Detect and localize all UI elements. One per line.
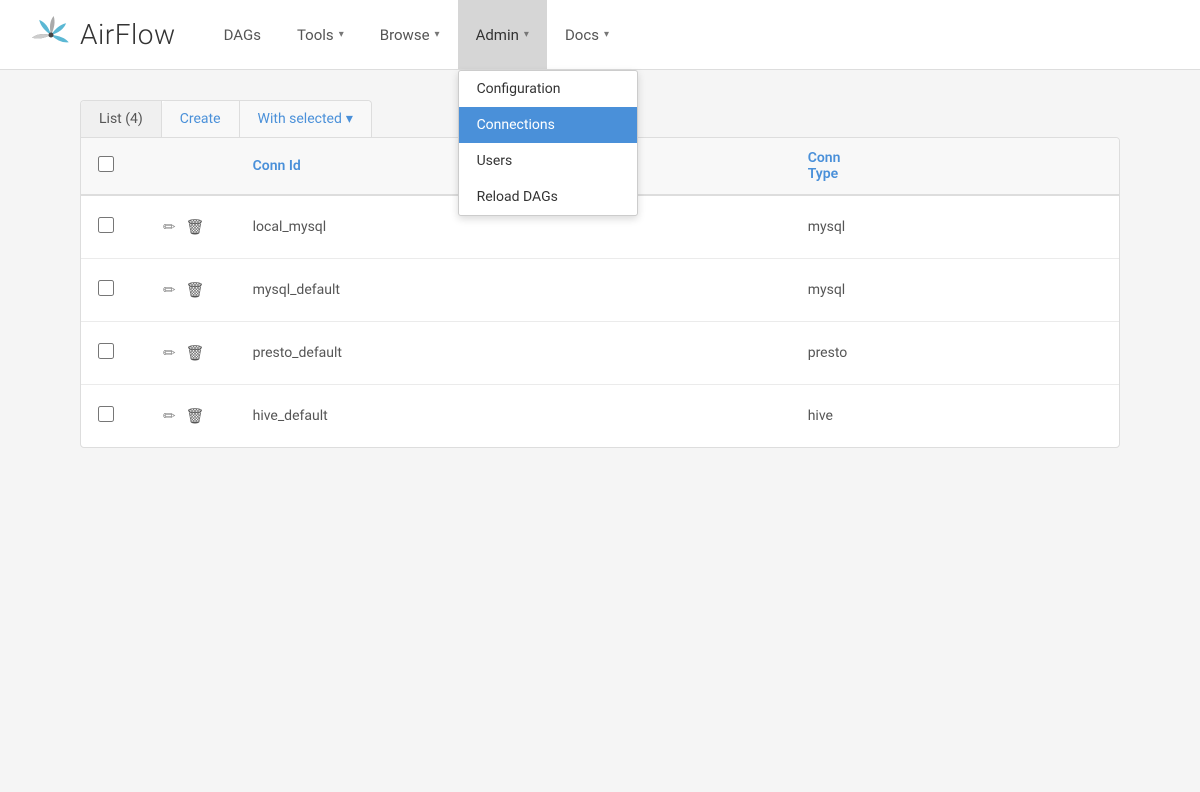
with-selected-caret-icon: ▾	[346, 111, 353, 127]
row4-checkbox[interactable]	[98, 406, 114, 422]
tab-with-selected[interactable]: With selected ▾	[240, 101, 371, 137]
row4-delete-icon[interactable]	[186, 407, 205, 425]
row4-edit-icon[interactable]	[163, 407, 176, 425]
nav-link-browse[interactable]: Browse ▾	[362, 0, 458, 69]
row4-actions-cell	[131, 385, 237, 448]
row3-conn-type: presto	[792, 322, 1119, 385]
row1-conn-type: mysql	[792, 195, 1119, 259]
row2-actions-cell	[131, 259, 237, 322]
row1-delete-icon[interactable]	[186, 218, 205, 236]
row2-conn-id: mysql_default	[237, 259, 792, 322]
row2-checkbox[interactable]	[98, 280, 114, 296]
header-checkbox-col	[81, 138, 131, 195]
row2-delete-icon[interactable]	[186, 281, 205, 299]
admin-dropdown-configuration[interactable]: Configuration	[459, 71, 637, 107]
table-row: mysql_default mysql	[81, 259, 1119, 322]
brand-logo-link[interactable]: AirFlow	[30, 14, 176, 56]
browse-caret-icon: ▾	[435, 29, 440, 40]
row1-checkbox-cell	[81, 195, 131, 259]
tab-list[interactable]: List (4)	[81, 101, 162, 137]
row1-edit-icon[interactable]	[163, 218, 176, 236]
airflow-logo-icon	[30, 14, 72, 56]
navbar: AirFlow DAGs Tools ▾ Browse ▾ Admin ▾	[0, 0, 1200, 70]
tools-caret-icon: ▾	[339, 29, 344, 40]
nav-items: DAGs Tools ▾ Browse ▾ Admin ▾ Configurat…	[206, 0, 627, 69]
table-row: hive_default hive	[81, 385, 1119, 448]
admin-dropdown: Configuration Connections Users Reload D…	[458, 70, 638, 216]
admin-caret-icon: ▾	[524, 29, 529, 40]
header-conn-type: ConnType	[792, 138, 1119, 195]
row3-conn-id: presto_default	[237, 322, 792, 385]
docs-caret-icon: ▾	[604, 29, 609, 40]
row3-edit-icon[interactable]	[163, 344, 176, 362]
row4-conn-id: hive_default	[237, 385, 792, 448]
admin-dropdown-reload-dags[interactable]: Reload DAGs	[459, 179, 637, 215]
admin-dropdown-users[interactable]: Users	[459, 143, 637, 179]
row3-actions-cell	[131, 322, 237, 385]
row3-checkbox[interactable]	[98, 343, 114, 359]
nav-item-dags: DAGs	[206, 0, 279, 69]
nav-link-admin[interactable]: Admin ▾	[458, 0, 547, 69]
row2-checkbox-cell	[81, 259, 131, 322]
nav-link-tools[interactable]: Tools ▾	[279, 0, 362, 69]
admin-dropdown-connections[interactable]: Connections	[459, 107, 637, 143]
select-all-checkbox[interactable]	[98, 156, 114, 172]
row4-conn-type: hive	[792, 385, 1119, 448]
row1-actions-cell	[131, 195, 237, 259]
nav-link-docs[interactable]: Docs ▾	[547, 0, 627, 69]
row2-conn-type: mysql	[792, 259, 1119, 322]
nav-item-docs: Docs ▾	[547, 0, 627, 69]
header-actions-col	[131, 138, 237, 195]
row1-checkbox[interactable]	[98, 217, 114, 233]
nav-item-admin: Admin ▾ Configuration Connections Users …	[458, 0, 547, 69]
brand-name: AirFlow	[80, 18, 176, 51]
nav-link-dags[interactable]: DAGs	[206, 0, 279, 69]
tab-create[interactable]: Create	[162, 101, 240, 137]
row3-checkbox-cell	[81, 322, 131, 385]
row2-edit-icon[interactable]	[163, 281, 176, 299]
nav-item-tools: Tools ▾	[279, 0, 362, 69]
nav-item-browse: Browse ▾	[362, 0, 458, 69]
row4-checkbox-cell	[81, 385, 131, 448]
row3-delete-icon[interactable]	[186, 344, 205, 362]
table-row: presto_default presto	[81, 322, 1119, 385]
tab-bar: List (4) Create With selected ▾	[80, 100, 372, 137]
